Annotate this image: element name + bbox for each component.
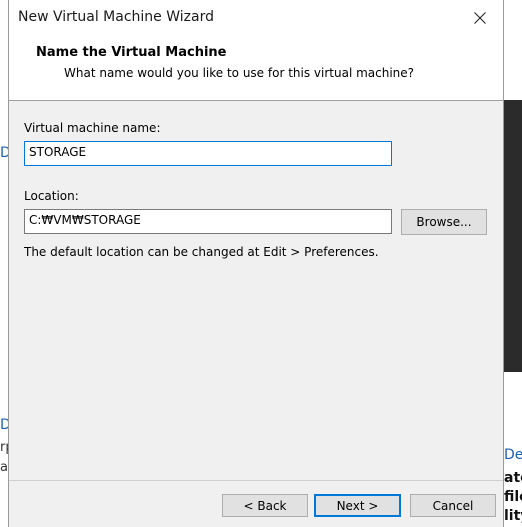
next-button[interactable]: Next > <box>314 494 401 517</box>
location-hint: The default location can be changed at E… <box>24 245 379 259</box>
vm-name-input[interactable]: STORAGE <box>24 141 392 166</box>
page-title: Name the Virtual Machine <box>36 45 227 60</box>
window-title: New Virtual Machine Wizard <box>18 9 214 25</box>
background-text: lity <box>504 508 522 524</box>
page-subtitle: What name would you like to use for this… <box>64 66 415 80</box>
footer-separator <box>9 480 503 481</box>
title-bar: New Virtual Machine Wizard <box>9 0 503 36</box>
location-input[interactable]: C:₩VM₩STORAGE <box>24 209 392 234</box>
vm-name-label: Virtual machine name: <box>24 121 161 135</box>
location-label: Location: <box>24 189 79 203</box>
browse-button[interactable]: Browse... <box>401 209 487 235</box>
close-button[interactable] <box>457 0 503 36</box>
background-text: a <box>0 460 8 475</box>
close-icon <box>474 12 486 24</box>
background-text: Def <box>504 447 522 463</box>
wizard-dialog: New Virtual Machine Wizard Name the Virt… <box>8 0 504 527</box>
background-dark-panel <box>504 100 522 372</box>
back-button[interactable]: < Back <box>222 494 308 517</box>
background-text: file <box>504 489 522 505</box>
cancel-button[interactable]: Cancel <box>410 494 496 517</box>
wizard-header: Name the Virtual Machine What name would… <box>9 36 503 101</box>
background-text: ato <box>504 470 522 486</box>
